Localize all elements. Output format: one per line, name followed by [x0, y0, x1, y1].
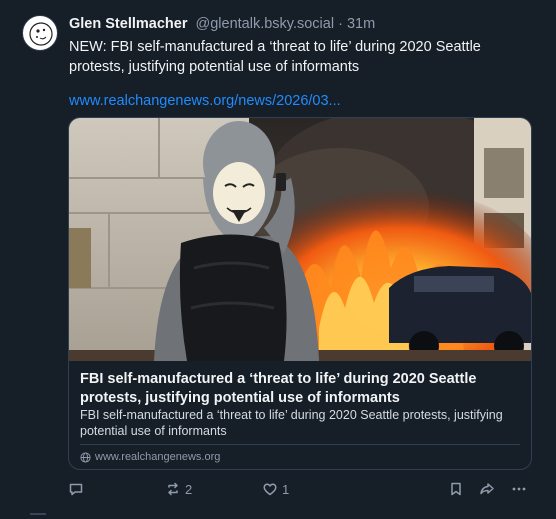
repost-button[interactable]: 2: [165, 478, 192, 500]
post[interactable]: Glen Stellmacher @glentalk.bsky.social ·…: [0, 0, 556, 519]
card-thumbnail: [69, 118, 531, 361]
card-description: FBI self-manufactured a ‘threat to life’…: [80, 408, 503, 438]
card-title: FBI self-manufactured a ‘threat to life’…: [80, 371, 477, 406]
like-count: 1: [282, 481, 290, 497]
more-button[interactable]: [511, 478, 527, 500]
post-time[interactable]: 31m: [347, 16, 375, 32]
share-icon: [480, 483, 494, 495]
heart-icon: [263, 483, 277, 496]
author-name[interactable]: Glen Stellmacher: [69, 16, 187, 32]
like-button[interactable]: 1: [262, 478, 289, 500]
card-domain-row: www.realchangenews.org: [80, 450, 220, 464]
author-avatar[interactable]: [22, 15, 58, 51]
post-link[interactable]: www.realchangenews.org/news/2026/03...: [69, 91, 341, 111]
author-handle[interactable]: @glentalk.bsky.social: [196, 16, 335, 32]
bookmark-icon: [451, 482, 461, 496]
card-domain: www.realchangenews.org: [95, 451, 221, 463]
post-actions: 2 1: [62, 478, 532, 500]
separator-dot: ·: [338, 16, 343, 32]
share-button[interactable]: [479, 478, 495, 500]
repost-icon: [168, 482, 178, 496]
reply-icon: [69, 483, 83, 496]
link-card[interactable]: FBI self-manufactured a ‘threat to life’…: [68, 117, 532, 470]
next-post-edge: [30, 513, 46, 519]
repost-count: 2: [185, 481, 193, 497]
protest-photo: [69, 118, 531, 361]
post-header: Glen Stellmacher @glentalk.bsky.social ·…: [69, 14, 540, 34]
bookmark-button[interactable]: [448, 478, 464, 500]
avatar-drawing: [29, 22, 53, 46]
globe-icon: [80, 451, 91, 463]
card-divider: [80, 444, 520, 445]
post-text: NEW: FBI self-manufactured a ‘threat to …: [69, 39, 481, 75]
reply-button[interactable]: [68, 478, 88, 500]
more-icon: [512, 487, 526, 491]
